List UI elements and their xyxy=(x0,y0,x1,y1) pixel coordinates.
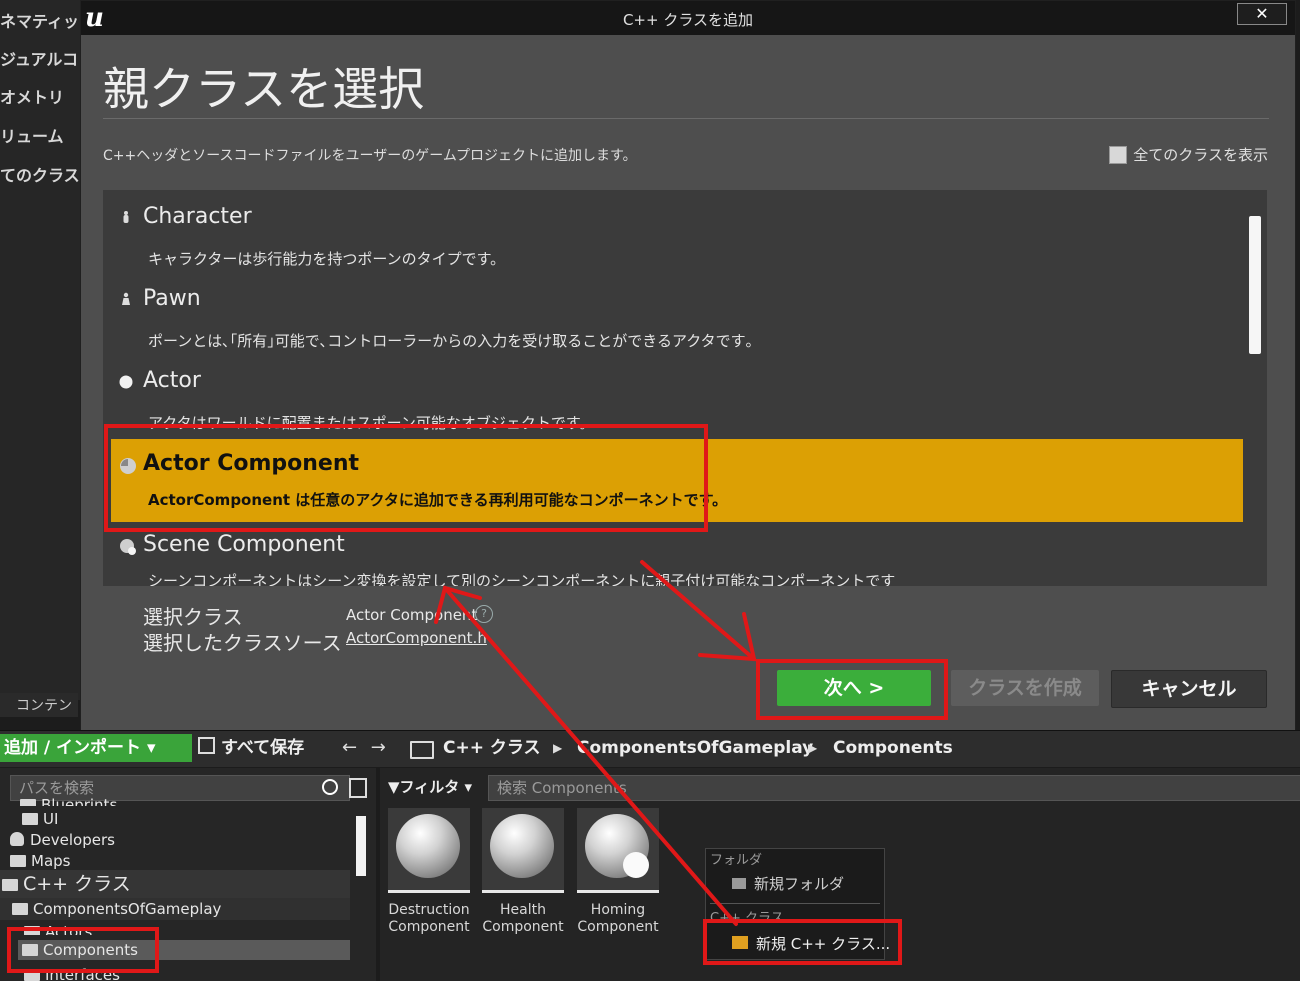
annotation-arrow-line xyxy=(443,586,738,926)
annotation-arrows xyxy=(434,560,757,926)
annotation-arrow-line xyxy=(640,560,756,661)
